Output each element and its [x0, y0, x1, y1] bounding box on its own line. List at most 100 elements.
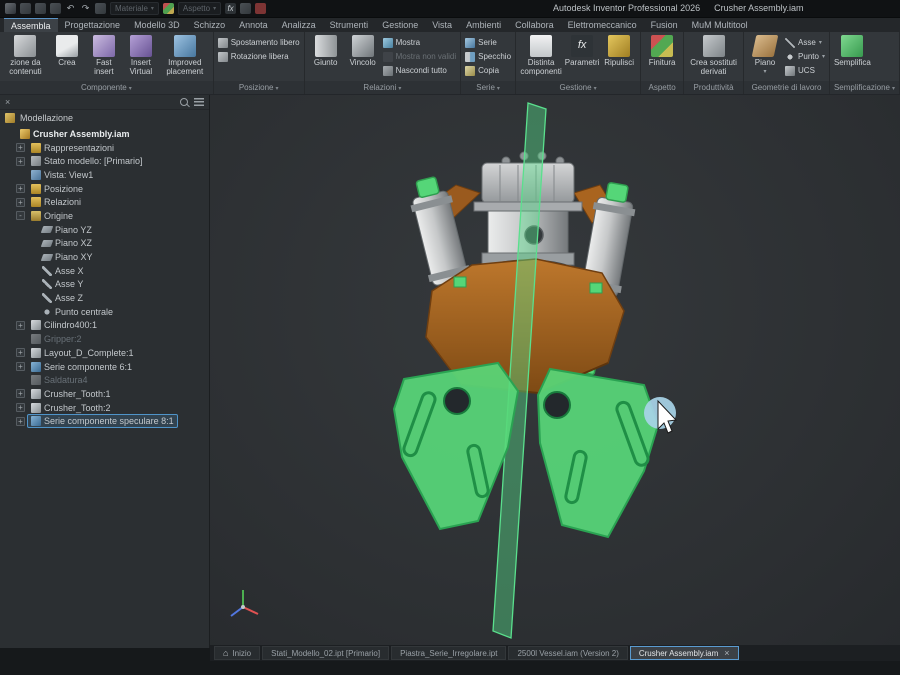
serie-button[interactable]: Serie — [465, 36, 511, 49]
ribbon-group-label-relazioni[interactable]: Relazioni ▾ — [304, 81, 461, 94]
zione-da-contenuti-button[interactable]: zione da contenuti — [4, 34, 47, 76]
tree-item-content[interactable]: Posizione — [28, 183, 86, 195]
ribbon-tab-assembla[interactable]: Assembla — [4, 18, 58, 32]
tree-item-content[interactable]: Asse X — [39, 265, 87, 277]
left-top-mount-highlight[interactable] — [415, 176, 440, 199]
ribbon-tab-schizzo[interactable]: Schizzo — [187, 18, 233, 32]
search-icon[interactable] — [180, 98, 188, 106]
ribbon-group-label-posizione[interactable]: Posizione ▾ — [213, 81, 304, 94]
tree-item-content[interactable]: Saldatura4 — [28, 374, 91, 386]
new-file-icon[interactable] — [20, 3, 31, 14]
tree-item[interactable]: Piano XZ — [0, 237, 209, 251]
crea-button[interactable]: Crea — [50, 34, 84, 68]
tree-item[interactable]: + Layout_D_Complete:1 — [0, 346, 209, 360]
copia-button[interactable]: Copia — [465, 64, 511, 77]
tree-item-content[interactable]: Rappresentazioni — [28, 142, 117, 154]
punto-button[interactable]: Punto ▾ — [785, 50, 825, 63]
panel-close-icon[interactable]: × — [5, 95, 10, 110]
ribbon-group-label-componente[interactable]: Componente ▾ — [0, 81, 213, 94]
ribbon-tab-mum-multitool[interactable]: MuM Multitool — [685, 18, 755, 32]
print-icon[interactable] — [95, 3, 106, 14]
ribbon-group-label-serie[interactable]: Serie ▾ — [461, 81, 516, 94]
screencast-icon[interactable] — [255, 3, 267, 14]
tree-item-content[interactable]: Stato modello: [Primario] — [28, 155, 146, 167]
tree-item-content[interactable]: Serie componente 6:1 — [28, 361, 135, 373]
ribbon-tab-elettromeccanico[interactable]: Elettromeccanico — [561, 18, 644, 32]
tree-item-content[interactable]: Crusher Assembly.iam — [17, 128, 133, 140]
tree-item[interactable]: + Posizione — [0, 182, 209, 196]
tree-item-content[interactable]: Origine — [28, 210, 76, 222]
ribbon-tab-analizza[interactable]: Analizza — [275, 18, 323, 32]
semplifica-button[interactable]: Semplifica — [834, 34, 871, 68]
tree-item-content[interactable]: Gripper:2 — [28, 333, 85, 345]
nascondi-tutto-button[interactable]: Nascondi tutto — [382, 64, 456, 77]
ribbon-tab-strumenti[interactable]: Strumenti — [323, 18, 376, 32]
parameters-fx-icon[interactable] — [225, 3, 237, 14]
crea-sostituti-derivati-button[interactable]: Crea sostituti derivati — [688, 34, 739, 76]
tree-item-content[interactable]: Layout_D_Complete:1 — [28, 347, 137, 359]
ribbon-tab-progettazione[interactable]: Progettazione — [58, 18, 128, 32]
finitura-button[interactable]: Finitura — [645, 34, 679, 68]
tree-item-content[interactable]: Punto centrale — [39, 306, 116, 318]
tree-expander[interactable]: - — [16, 211, 25, 221]
tree-item-content[interactable]: Crusher_Tooth:2 — [28, 402, 114, 414]
tree-expander[interactable]: + — [16, 348, 25, 358]
tree-item[interactable]: Vista: View1 — [0, 168, 209, 182]
tree-expander[interactable]: + — [16, 403, 25, 413]
redo-icon[interactable]: ↷ — [80, 3, 91, 14]
body-mount-highlight-right[interactable] — [589, 282, 603, 294]
ribbon-tab-ambienti[interactable]: Ambienti — [459, 18, 508, 32]
doc-tab-stati-modello-02-ipt-primario[interactable]: Stati_Modello_02.ipt [Primario] — [262, 646, 390, 660]
tree-item[interactable]: + Cilindro400:1 — [0, 319, 209, 333]
tree-item[interactable]: + Serie componente 6:1 — [0, 360, 209, 374]
3d-model-view[interactable] — [210, 95, 900, 645]
distinta-componenti-button[interactable]: Distinta componenti — [520, 34, 562, 76]
tree-item[interactable]: Punto centrale — [0, 305, 209, 319]
color-swatch-icon[interactable] — [162, 3, 174, 14]
doc-tab-inizio[interactable]: ⌂ Inizio — [214, 646, 261, 660]
tree-item-content[interactable]: Vista: View1 — [28, 169, 96, 181]
tree-expander[interactable]: + — [16, 362, 25, 372]
open-icon[interactable] — [35, 3, 46, 14]
appearance-dropdown[interactable]: Aspetto ▾ — [177, 2, 222, 15]
ribbon-group-label-produttivita[interactable]: Produttività — [684, 81, 744, 94]
tree-item-content[interactable]: Piano XZ — [39, 237, 95, 249]
ripulisci-button[interactable]: Ripulisci — [602, 34, 636, 68]
tree-item-content[interactable]: Crusher_Tooth:1 — [28, 388, 114, 400]
tree-item[interactable]: Gripper:2 — [0, 332, 209, 346]
ribbon-tab-vista[interactable]: Vista — [425, 18, 459, 32]
specchio-button[interactable]: Specchio — [465, 50, 511, 63]
ribbon-tab-gestione[interactable]: Gestione — [375, 18, 425, 32]
app-menu-icon[interactable] — [5, 3, 16, 14]
ribbon-tab-modello-3d[interactable]: Modello 3D — [127, 18, 187, 32]
right-top-mount-highlight[interactable] — [605, 182, 629, 203]
doc-tab-crusher-assembly-iam[interactable]: Crusher Assembly.iam × — [629, 646, 739, 660]
giunto-button[interactable]: Giunto — [309, 34, 343, 68]
ribbon-group-label-aspetto[interactable]: Aspetto — [641, 81, 684, 94]
piano-button[interactable]: Piano ▾ — [748, 34, 782, 75]
parametri-button[interactable]: Parametri — [565, 34, 599, 68]
close-icon[interactable]: × — [724, 648, 729, 658]
material-dropdown[interactable]: Materiale ▾ — [110, 2, 159, 15]
tree-expander[interactable]: + — [16, 389, 25, 399]
browser-mode-selector[interactable]: Modellazione — [0, 110, 209, 126]
tree-item[interactable]: + Rappresentazioni — [0, 141, 209, 155]
spostamento-libero-button[interactable]: Spostamento libero — [217, 36, 300, 49]
tree-item[interactable]: + Crusher_Tooth:2 — [0, 401, 209, 415]
measure-icon[interactable] — [240, 3, 252, 14]
body-mount-highlight-left[interactable] — [453, 276, 467, 288]
vincolo-button[interactable]: Vincolo — [346, 34, 380, 68]
ribbon-tab-annota[interactable]: Annota — [232, 18, 275, 32]
doc-tab-2500l-vessel-iam-version-2[interactable]: 2500l Vessel.iam (Version 2) — [508, 646, 628, 660]
tree-item-content[interactable]: Cilindro400:1 — [28, 319, 100, 331]
tree-item-content[interactable]: Serie componente speculare 8:1 — [27, 414, 178, 429]
ribbon-tab-collabora[interactable]: Collabora — [508, 18, 561, 32]
mostra-non-validi-button[interactable]: Mostra non validi — [382, 50, 456, 63]
tree-item-content[interactable]: Piano XY — [39, 251, 96, 263]
tree-item-content[interactable]: Piano YZ — [39, 224, 95, 236]
tree-item[interactable]: + Stato modello: [Primario] — [0, 154, 209, 168]
tree-item[interactable]: + Relazioni — [0, 195, 209, 209]
insert-virtual-button[interactable]: Insert Virtual — [124, 34, 158, 76]
doc-tab-piastra-serie-irregolare-ipt[interactable]: Piastra_Serie_Irregolare.ipt — [391, 646, 507, 660]
asse-button[interactable]: Asse ▾ — [785, 36, 825, 49]
